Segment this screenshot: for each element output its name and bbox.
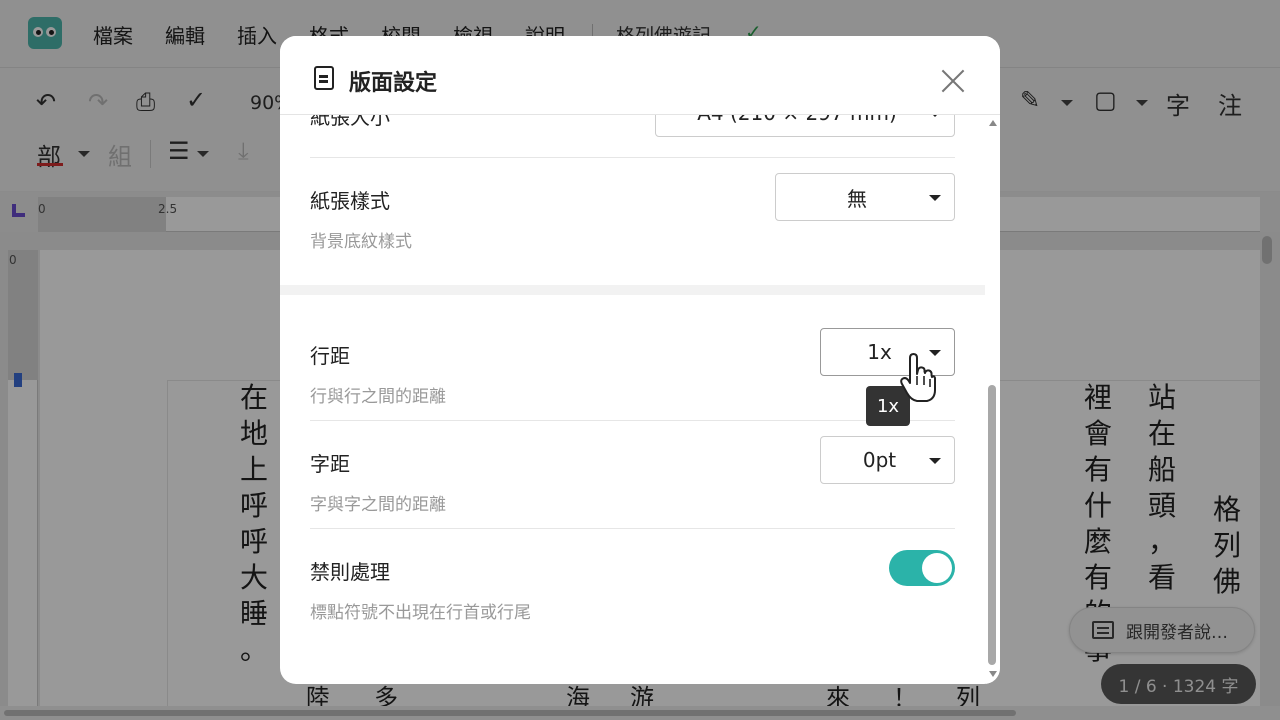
hand-cursor-icon: [900, 353, 936, 402]
paper-style-desc: 背景底紋樣式: [310, 232, 412, 252]
chevron-down-icon: [929, 195, 941, 201]
scroll-up-icon[interactable]: [989, 120, 997, 126]
paper-style-value: 無: [847, 186, 867, 211]
paper-size-select[interactable]: A4 (210 × 297 mm): [655, 115, 955, 137]
toggle-knob: [922, 553, 952, 583]
line-spacing-value: 1x: [867, 340, 892, 364]
dialog-title: 版面設定: [349, 71, 438, 96]
dialog-scrollbar[interactable]: [986, 115, 1000, 684]
scroll-down-icon[interactable]: [989, 671, 997, 677]
document-icon: [314, 66, 334, 90]
page-setup-dialog: 版面設定 紙張大小 A4 (210 × 297 mm) 紙張樣式 背景底紋樣式 …: [280, 36, 1000, 684]
paper-style-label: 紙張樣式: [310, 189, 390, 213]
divider: [310, 157, 955, 158]
paper-style-select[interactable]: 無: [775, 173, 955, 221]
close-icon[interactable]: [940, 68, 966, 94]
char-spacing-desc: 字與字之間的距離: [310, 495, 446, 515]
char-spacing-label: 字距: [310, 452, 350, 476]
line-spacing-label: 行距: [310, 344, 350, 368]
dialog-header: 版面設定: [280, 36, 1000, 115]
section-separator: [280, 285, 985, 295]
paper-size-value: A4 (210 × 297 mm): [697, 115, 897, 125]
chevron-down-icon: [929, 458, 941, 464]
divider: [310, 528, 955, 529]
line-spacing-desc: 行與行之間的距離: [310, 387, 446, 407]
kinsoku-desc: 標點符號不出現在行首或行尾: [310, 603, 531, 623]
paper-size-label: 紙張大小: [310, 115, 390, 129]
kinsoku-label: 禁則處理: [310, 560, 390, 584]
chevron-down-icon: [929, 115, 941, 117]
char-spacing-select[interactable]: 0pt: [820, 436, 955, 484]
divider: [310, 420, 955, 421]
kinsoku-toggle[interactable]: [889, 550, 955, 586]
char-spacing-value: 0pt: [862, 448, 897, 472]
dialog-scrollbar-thumb[interactable]: [988, 385, 996, 665]
